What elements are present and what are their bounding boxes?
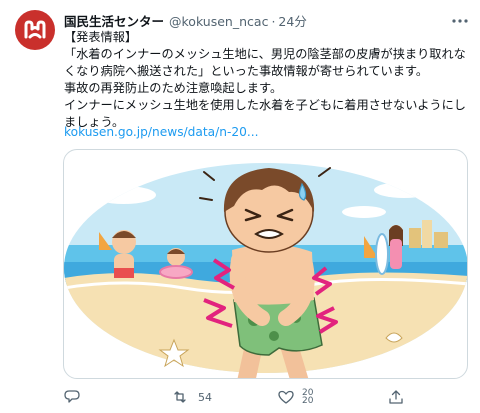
display-name[interactable]: 国民生活センター	[64, 11, 164, 30]
reply-icon	[64, 390, 80, 403]
retweet-count: 54	[198, 390, 212, 404]
tweet[interactable]: 国民生活センター @kokusen_ncac · 24分 【発表情報】 「水着の…	[0, 0, 480, 413]
like-count: 20 20	[302, 389, 314, 406]
article-link[interactable]: kokusen.go.jp/news/data/n-20...	[64, 125, 258, 139]
retweet-button[interactable]: 54	[172, 388, 212, 406]
more-horizontal-icon	[452, 19, 468, 23]
separator: ·	[271, 14, 276, 29]
tweet-text-line: 【発表情報】	[64, 30, 138, 44]
heart-icon	[278, 390, 294, 404]
share-button[interactable]	[388, 388, 414, 406]
tweet-actions: 54 20 20	[64, 382, 414, 412]
more-options-button[interactable]	[450, 12, 470, 30]
illustration	[64, 163, 467, 378]
tweet-media-image[interactable]	[63, 149, 468, 379]
retweet-icon	[174, 391, 186, 403]
share-icon	[389, 390, 403, 404]
tweet-text: 【発表情報】 「水着のインナーのメッシュ生地に、男児の陰茎部の皮膚が挟まり取れな…	[64, 29, 472, 131]
like-count-bottom: 20	[302, 396, 314, 406]
like-button[interactable]: 20 20	[278, 388, 313, 406]
reply-button[interactable]	[64, 388, 90, 406]
avatar[interactable]	[15, 10, 55, 50]
timestamp[interactable]: 24分	[278, 11, 306, 30]
tweet-text-line: 「水着のインナーのメッシュ生地に、男児の陰茎部の皮膚が挟まり取れな	[64, 47, 466, 61]
tweet-header: 国民生活センター @kokusen_ncac · 24分	[64, 11, 450, 31]
user-handle[interactable]: @kokusen_ncac	[169, 14, 268, 29]
tweet-text-line: くなり病院へ搬送された」といった事故情報が寄せられています。	[64, 64, 429, 78]
tweet-text-line: 事故の再発防止のため注意喚起します。	[64, 81, 283, 95]
tweet-text-line: インナーにメッシュ生地を使用した水着を子どもに着用させないようにし	[64, 98, 466, 112]
kokusen-logo-icon	[24, 20, 46, 39]
